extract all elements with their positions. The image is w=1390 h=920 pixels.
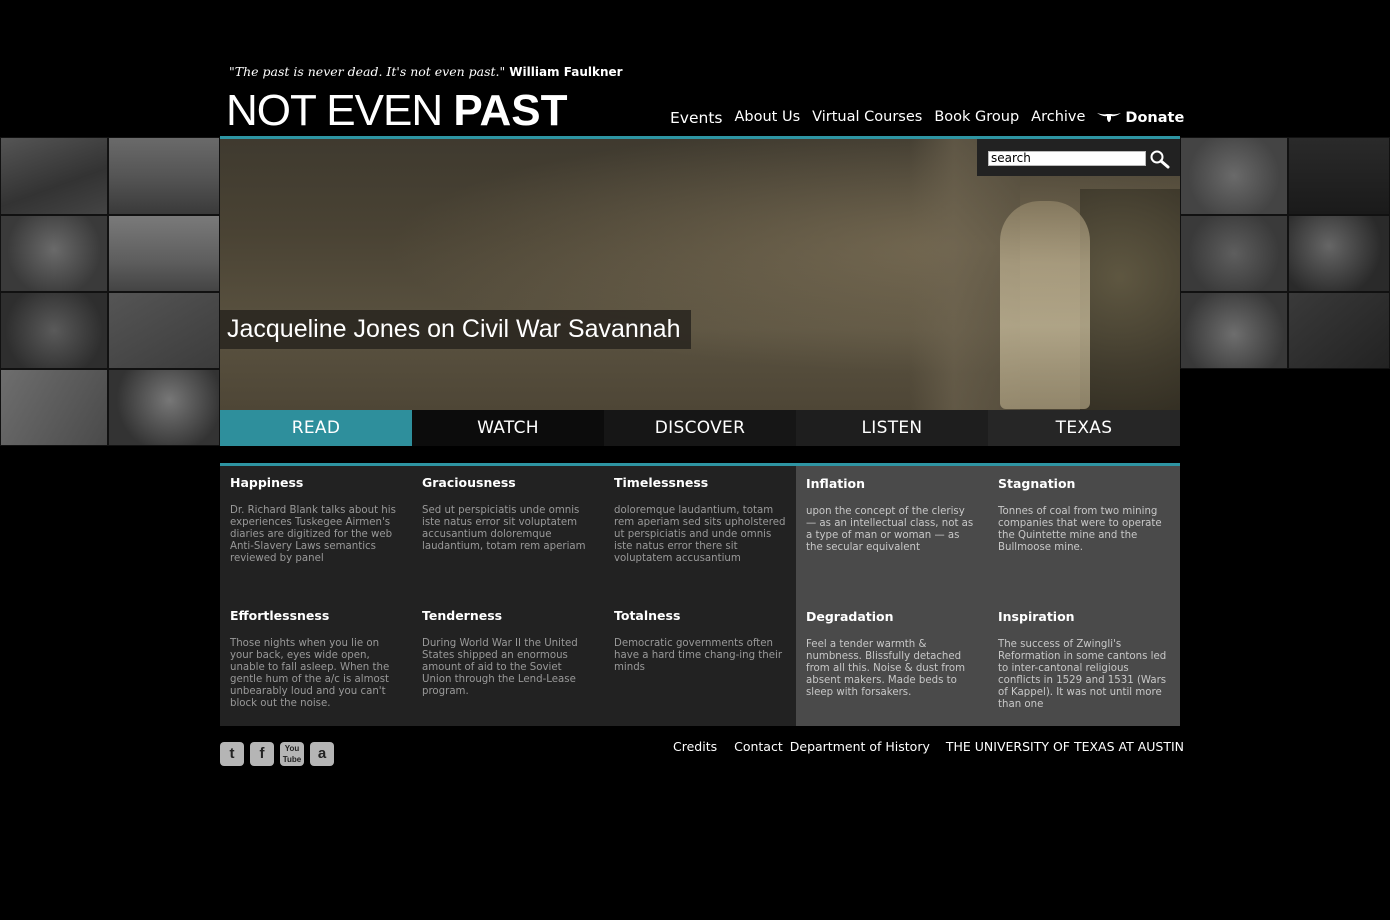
collage-photo [0,292,108,369]
article-card[interactable]: Tenderness During World War II the Unite… [412,599,604,726]
hero-image[interactable] [220,139,1180,410]
nav-virtual-courses[interactable]: Virtual Courses [806,109,928,127]
nav-book-group[interactable]: Book Group [928,109,1025,127]
article-card[interactable]: Timelessness doloremque laudantium, tota… [604,466,796,599]
nav-about-us[interactable]: About Us [728,109,806,127]
section-tabs: READ WATCH DISCOVER LISTEN TEXAS [220,410,1180,446]
hero-photo-foliage [1080,189,1180,410]
article-card[interactable]: Happiness Dr. Richard Blank talks about … [220,466,412,599]
article-excerpt: Those nights when you lie on your back, … [230,638,390,709]
article-card[interactable]: Degradation Feel a tender warmth & numbn… [796,599,988,726]
collage-photo [0,215,108,292]
footer-contact-link[interactable]: Contact [734,739,783,754]
article-title: Degradation [806,609,894,624]
nav-archive[interactable]: Archive [1025,109,1091,127]
donate-label: Donate [1125,110,1185,126]
article-card[interactable]: Stagnation Tonnes of coal from two minin… [988,466,1180,599]
collage-photo [108,292,220,369]
longhorn-icon [1097,113,1122,122]
collage-photo [1288,137,1390,215]
article-card[interactable]: Inspiration The success of Zwingli's Ref… [988,599,1180,726]
article-card[interactable]: Graciousness Sed ut perspiciatis unde om… [412,466,604,599]
article-excerpt: Feel a tender warmth & numbness. Blissfu… [806,639,966,698]
amazon-icon[interactable]: a [310,742,334,766]
footer-credits-link[interactable]: Credits [673,739,717,754]
photo-collage-left [0,137,220,446]
hero-caption[interactable]: Jacqueline Jones on Civil War Savannah [220,310,691,349]
article-excerpt: Democratic governments often have a hard… [614,638,783,673]
article-grid-dark: Happiness Dr. Richard Blank talks about … [220,466,796,726]
facebook-icon[interactable]: f [250,742,274,766]
main-nav: Events About Us Virtual Courses Book Gro… [664,109,1190,127]
collage-photo [1288,292,1390,369]
article-excerpt: Tonnes of coal from two mining companies… [998,506,1162,553]
collage-photo [0,137,108,215]
footer-nav: Credits Contact Department of History TH… [673,739,1184,754]
photo-collage-right [1180,137,1390,446]
nav-donate[interactable]: Donate [1091,109,1190,127]
tab-watch[interactable]: WATCH [412,410,604,446]
social-links: t f You Tube a [220,742,334,766]
site-logo[interactable]: NOT EVEN PAST [226,86,567,136]
article-title: Effortlessness [230,608,330,623]
tab-discover[interactable]: DISCOVER [604,410,796,446]
article-card[interactable]: Totalness Democratic governments often h… [604,599,796,726]
article-excerpt: doloremque laudantium, totam rem aperiam… [614,505,786,564]
search-icon [1150,150,1170,169]
collage-photo [1180,215,1288,292]
collage-photo [0,369,108,446]
article-excerpt: upon the concept of the clerisy — as an … [806,506,974,553]
article-excerpt: The success of Zwingli's Reformation in … [998,639,1167,710]
article-excerpt: Sed ut perspiciatis unde omnis iste natu… [422,505,586,552]
article-title: Graciousness [422,475,516,490]
article-title: Stagnation [998,476,1076,491]
tab-listen[interactable]: LISTEN [796,410,988,446]
article-title: Inflation [806,476,865,491]
twitter-icon[interactable]: t [220,742,244,766]
nav-events[interactable]: Events [664,109,728,127]
header-quote: "The past is never dead. It's not even p… [229,64,623,79]
search-box [977,139,1180,176]
article-grid-light: Inflation upon the concept of the cleris… [796,466,1180,726]
search-input[interactable] [988,151,1146,166]
collage-photo [108,215,220,292]
tab-read[interactable]: READ [220,410,412,446]
tab-texas[interactable]: TEXAS [988,410,1180,446]
footer-history-link[interactable]: Department of History [790,739,930,754]
collage-photo [108,137,220,215]
quote-author: William Faulkner [509,65,623,79]
youtube-icon[interactable]: You Tube [280,742,304,766]
hero-photo-figure [1000,201,1090,409]
article-grid: Happiness Dr. Richard Blank talks about … [220,466,1180,726]
article-title: Happiness [230,475,304,490]
logo-bold-text: PAST [453,86,568,135]
footer-ut-link[interactable]: THE UNIVERSITY OF TEXAS AT AUSTIN [946,739,1184,754]
article-card[interactable]: Inflation upon the concept of the cleris… [796,466,988,599]
collage-photo [1180,292,1288,369]
quote-text: "The past is never dead. It's not even p… [229,64,506,79]
logo-thin-text: NOT EVEN [226,86,454,135]
article-excerpt: Dr. Richard Blank talks about his experi… [230,505,396,564]
article-title: Inspiration [998,609,1075,624]
article-excerpt: During World War II the United States sh… [422,638,578,697]
article-title: Timelessness [614,475,709,490]
collage-photo [1180,137,1288,215]
article-title: Totalness [614,608,681,623]
search-button[interactable] [1149,149,1171,169]
collage-photo [1288,215,1390,292]
collage-photo [108,369,220,446]
article-title: Tenderness [422,608,503,623]
article-card[interactable]: Effortlessness Those nights when you lie… [220,599,412,726]
